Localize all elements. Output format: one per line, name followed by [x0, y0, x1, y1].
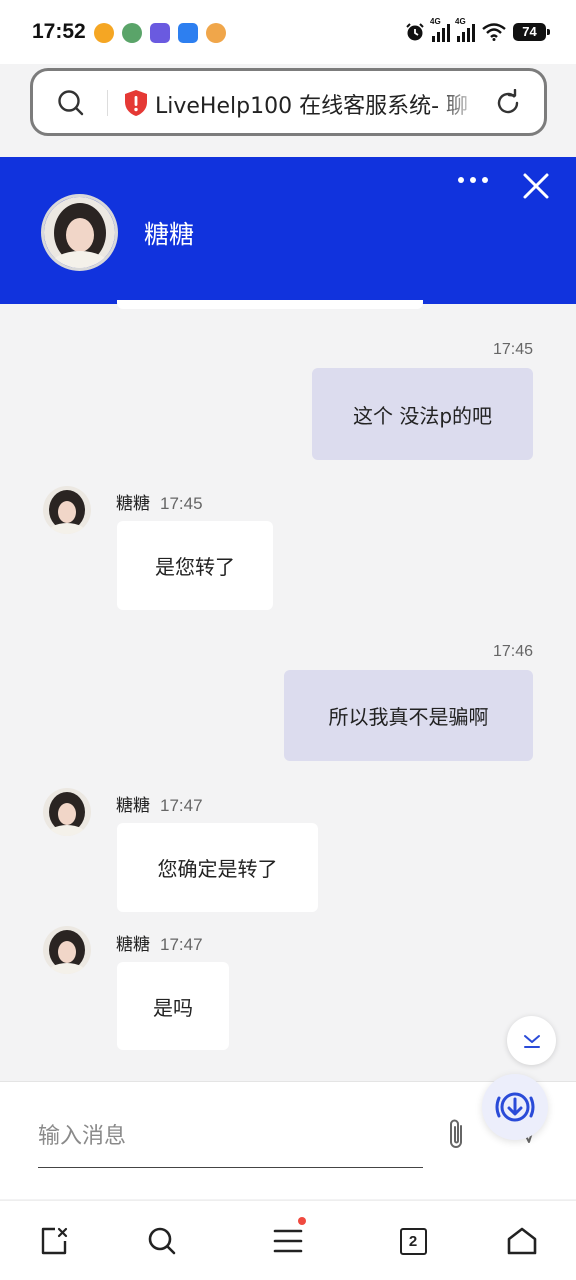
screen: 17:52 4G 4G 74 LiveHelp100 在线客服系统- 聊 糖糖 …	[0, 0, 576, 1280]
signal-icon-1: 4G	[430, 17, 450, 42]
app-purple-icon	[150, 23, 170, 43]
scroll-to-bottom-button[interactable]	[507, 1016, 556, 1065]
search-icon	[148, 1227, 176, 1255]
avatar[interactable]	[43, 788, 91, 836]
avatar[interactable]	[43, 486, 91, 534]
download-icon	[495, 1092, 535, 1122]
app-blue-icon	[178, 23, 198, 43]
message-time: 17:47	[160, 796, 203, 815]
divider	[107, 90, 108, 116]
close-page-icon	[41, 1227, 68, 1255]
incoming-message[interactable]: 是吗	[117, 962, 229, 1050]
weibo-icon	[94, 23, 114, 43]
incoming-message[interactable]: 您确定是转了	[117, 823, 318, 912]
app-green-icon	[122, 23, 142, 43]
sender-name: 糖糖	[116, 935, 150, 955]
home-button[interactable]	[502, 1221, 542, 1261]
address-bar[interactable]: LiveHelp100 在线客服系统- 聊	[30, 68, 547, 136]
paperclip-icon[interactable]	[442, 1116, 470, 1152]
notification-icons	[94, 23, 226, 43]
wifi-icon	[482, 23, 506, 41]
tabs-button[interactable]: 2	[393, 1221, 433, 1261]
alarm-icon	[406, 23, 424, 41]
avatar[interactable]	[41, 194, 118, 271]
message-bubble-partial	[117, 300, 423, 309]
app-orange-icon	[206, 23, 226, 43]
notification-dot	[298, 1217, 306, 1225]
bottom-nav: 2	[0, 1200, 576, 1280]
outgoing-message[interactable]: 这个 没法p的吧	[312, 368, 533, 460]
message-time: 17:45	[492, 341, 533, 358]
message-time: 17:45	[160, 494, 203, 513]
status-right: 4G 4G 74	[405, 17, 550, 42]
close-icon[interactable]	[521, 171, 551, 201]
security-warning-icon[interactable]	[123, 89, 149, 117]
tab-count: 2	[399, 1227, 427, 1255]
search-button[interactable]	[142, 1221, 182, 1261]
sender-name: 糖糖	[116, 494, 150, 514]
message-input[interactable]	[38, 1106, 423, 1168]
outgoing-message[interactable]: 所以我真不是骗啊	[284, 670, 533, 761]
home-icon	[507, 1227, 537, 1255]
status-bar: 17:52 4G 4G 74	[0, 0, 576, 64]
message-time: 17:46	[492, 643, 533, 660]
new-window-button[interactable]	[34, 1221, 74, 1261]
status-time: 17:52	[32, 20, 86, 43]
menu-icon	[273, 1229, 303, 1253]
more-options-icon[interactable]	[458, 177, 488, 183]
search-icon[interactable]	[57, 89, 85, 117]
incoming-message[interactable]: 是您转了	[117, 521, 273, 610]
signal-icon-2: 4G	[455, 17, 475, 42]
sender-name: 糖糖	[116, 796, 150, 816]
reload-icon[interactable]	[494, 89, 522, 117]
chat-header: 糖糖	[0, 157, 576, 304]
menu-button[interactable]	[268, 1217, 308, 1261]
avatar[interactable]	[43, 926, 91, 974]
download-button[interactable]	[482, 1074, 548, 1140]
chevron-down-icon	[523, 1034, 540, 1048]
battery-indicator: 74	[513, 23, 550, 41]
sender-line: 糖糖 17:47	[116, 930, 203, 955]
sender-line: 糖糖 17:47	[116, 791, 203, 816]
url-text[interactable]: LiveHelp100 在线客服系统- 聊	[155, 88, 477, 118]
message-time: 17:47	[160, 935, 203, 954]
sender-line: 糖糖 17:45	[116, 489, 203, 514]
agent-name: 糖糖	[144, 220, 195, 249]
